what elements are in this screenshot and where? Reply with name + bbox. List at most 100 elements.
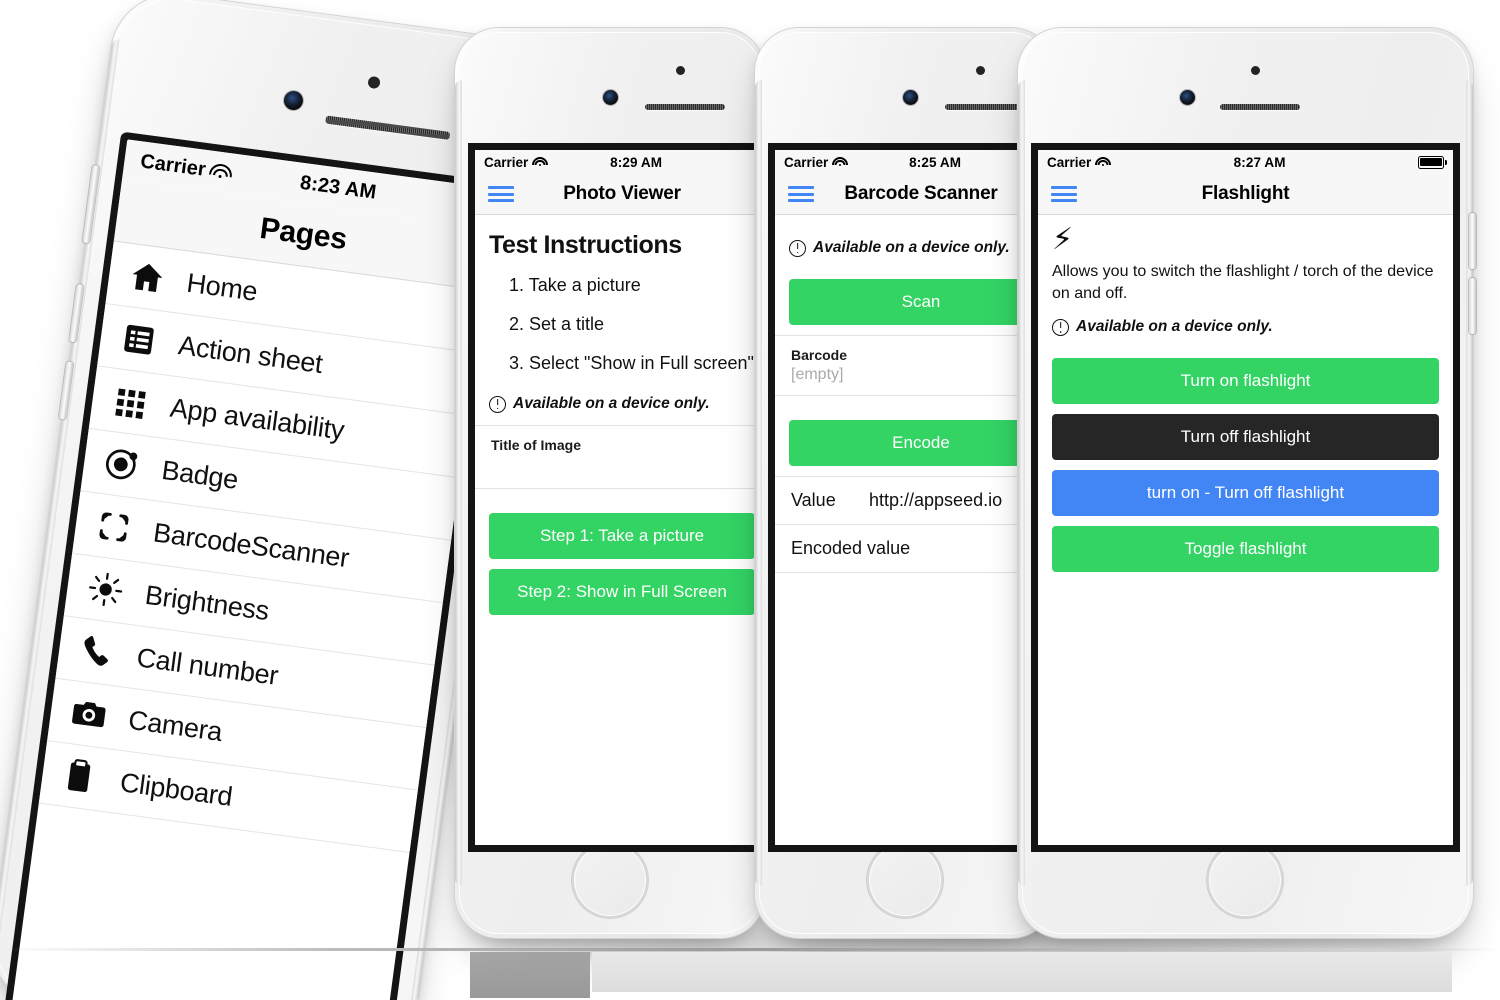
scene: Carrier 8:23 AM Pages Home Action sheet … <box>0 0 1500 1000</box>
status-bar-4: Carrier 8:27 AM <box>1038 150 1453 174</box>
sidebar-item-label: Camera <box>126 704 225 747</box>
phone-device-4: Carrier 8:27 AM Flashlight ⚡︎ Allows you… <box>1018 28 1476 938</box>
section-heading-2: Test Instructions <box>489 231 682 259</box>
home-icon <box>127 257 167 297</box>
proximity-sensor-4 <box>1251 66 1260 75</box>
phone-device-3: Carrier 8:25 AM Barcode Scanner Availabl… <box>755 28 1067 938</box>
status-carrier-group-2: Carrier <box>484 154 548 170</box>
badge-icon <box>102 444 142 484</box>
table-surface-light <box>592 952 1452 992</box>
phone-device-2: Carrier 8:29 AM Photo Viewer Test Instru… <box>455 28 769 938</box>
status-right-4 <box>1410 155 1447 169</box>
table-edge <box>0 948 1500 951</box>
row-key: Value <box>791 490 836 510</box>
notice-text: Available on a device only. <box>1076 318 1273 336</box>
sidebar-item-label: Badge <box>160 454 240 495</box>
row-value: http://appseed.io <box>869 490 1003 510</box>
wifi-icon <box>208 162 233 182</box>
carrier-label-2: Carrier <box>484 154 529 170</box>
status-carrier-group-3: Carrier <box>784 155 848 170</box>
status-bar-2: Carrier 8:29 AM <box>475 150 769 174</box>
sidebar-item-label: Brightness <box>143 579 271 626</box>
lightning-bolt-icon: ⚡︎ <box>1052 223 1074 256</box>
grid-icon <box>110 382 150 422</box>
screen-4: Carrier 8:27 AM Flashlight ⚡︎ Allows you… <box>1038 150 1453 845</box>
turn-on-turn-off-flashlight-button[interactable]: turn on - Turn off flashlight <box>1052 470 1439 517</box>
status-carrier-group-1: Carrier <box>139 149 233 185</box>
row-key: Encoded value <box>791 538 911 558</box>
phone-edge-left-4 <box>1018 80 1025 886</box>
turn-on-flashlight-button[interactable]: Turn on flashlight <box>1052 358 1439 405</box>
nav-bar-4: Flashlight <box>1038 174 1453 215</box>
carrier-label-4: Carrier <box>1047 154 1092 170</box>
flashlight-description: Allows you to switch the flashlight / to… <box>1052 263 1434 302</box>
volume-up-button-4[interactable] <box>1469 213 1476 269</box>
hamburger-icon[interactable] <box>488 186 514 202</box>
warning-circle-icon <box>789 239 806 257</box>
take-picture-button[interactable]: Step 1: Take a picture <box>489 513 755 559</box>
clipboard-icon <box>60 757 100 797</box>
proximity-sensor-2 <box>676 66 685 75</box>
sidebar-item-label: Call number <box>135 641 281 691</box>
warning-circle-icon <box>1052 318 1069 336</box>
phone-icon <box>77 632 117 672</box>
instruction-step: 3. Select "Show in Full screen" <box>509 353 754 373</box>
page-title-2: Photo Viewer <box>563 183 681 204</box>
sun-icon <box>85 569 125 609</box>
phone-edge-right-4 <box>1466 80 1473 886</box>
home-button-4[interactable] <box>1207 842 1283 918</box>
status-time-2: 8:29 AM <box>610 154 663 170</box>
field-label: Barcode <box>791 347 848 363</box>
home-button-3[interactable] <box>867 842 943 918</box>
toggle-flashlight-button[interactable]: Toggle flashlight <box>1052 526 1439 573</box>
device-only-notice-4: Available on a device only. <box>1038 306 1453 348</box>
warning-circle-icon <box>489 395 506 413</box>
hamburger-icon[interactable] <box>788 186 814 202</box>
show-fullscreen-button[interactable]: Step 2: Show in Full Screen <box>489 569 755 615</box>
proximity-sensor-3 <box>976 66 985 75</box>
earpiece-speaker-2 <box>645 104 725 110</box>
flashlight-content: ⚡︎ Allows you to switch the flashlight /… <box>1038 215 1453 573</box>
carrier-label-1: Carrier <box>139 149 208 181</box>
earpiece-speaker-4 <box>1220 104 1300 110</box>
sidebar-item-label: Home <box>185 267 260 307</box>
hamburger-icon[interactable] <box>1051 186 1077 202</box>
phone-edge-left-2 <box>455 80 462 886</box>
front-camera-2 <box>603 90 618 105</box>
home-button-2[interactable] <box>572 842 648 918</box>
volume-down-button-4[interactable] <box>1469 278 1476 334</box>
table-surface-dark <box>470 952 590 998</box>
notice-text: Available on a device only. <box>813 239 1010 256</box>
instruction-step: 1. Take a picture <box>509 275 641 295</box>
earpiece-speaker-3 <box>945 104 1025 110</box>
device-only-notice-2: Available on a device only. <box>475 383 769 425</box>
turn-off-flashlight-button[interactable]: Turn off flashlight <box>1052 414 1439 461</box>
status-carrier-group-4: Carrier <box>1047 154 1111 170</box>
screen-2: Carrier 8:29 AM Photo Viewer Test Instru… <box>475 150 769 845</box>
barcode-frame-icon <box>94 507 134 547</box>
menu-list: Home Action sheet App availability Badge <box>38 241 485 853</box>
front-camera-4 <box>1180 90 1195 105</box>
camera-icon <box>69 694 109 734</box>
sidebar-item-label: BarcodeScanner <box>151 516 351 573</box>
title-of-image-field[interactable]: Title of Image <box>475 426 769 488</box>
battery-full-icon <box>1418 155 1447 169</box>
wifi-icon <box>1094 156 1111 168</box>
front-camera-3 <box>903 90 918 105</box>
page-title-4: Flashlight <box>1201 183 1290 204</box>
wifi-icon <box>831 156 848 168</box>
instruction-step: 2. Set a title <box>509 314 605 334</box>
notice-text: Available on a device only. <box>513 395 710 412</box>
nav-bar-2: Photo Viewer <box>475 174 769 215</box>
scan-button[interactable]: Scan <box>789 279 1053 325</box>
status-time-3: 8:25 AM <box>909 154 962 170</box>
status-time-4: 8:27 AM <box>1233 154 1286 170</box>
field-label: Title of Image <box>491 437 581 453</box>
sidebar-item-label: Action sheet <box>176 329 325 379</box>
sidebar-item-label: Clipboard <box>118 766 235 812</box>
wifi-icon <box>531 156 548 168</box>
list-icon <box>119 319 159 359</box>
encode-button[interactable]: Encode <box>789 420 1053 466</box>
sidebar-item-label: App availability <box>168 392 347 445</box>
phone-edge-left-3 <box>755 80 762 886</box>
